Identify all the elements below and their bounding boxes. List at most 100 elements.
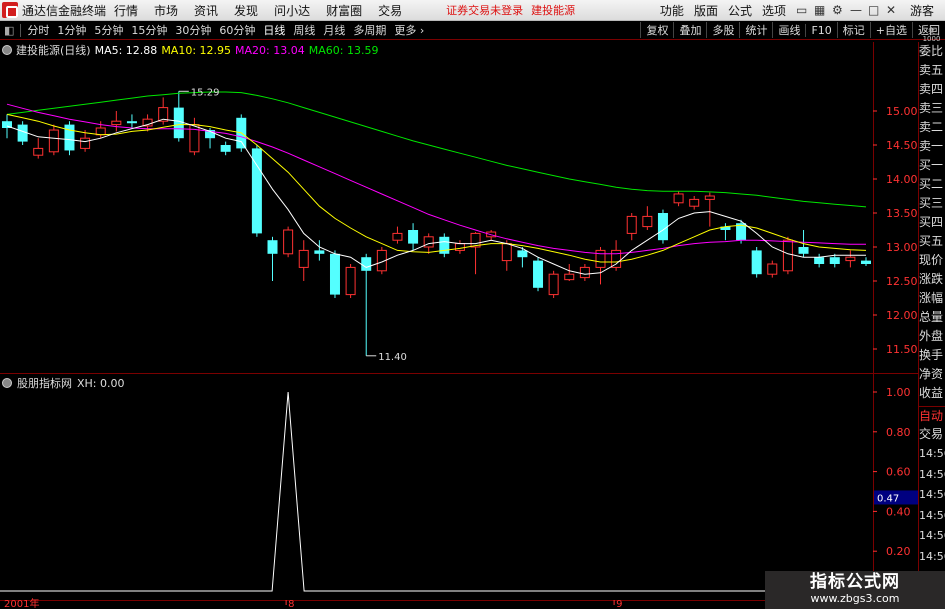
candle-body-down <box>173 107 184 139</box>
period-30min[interactable]: 30分钟 <box>171 22 215 38</box>
candle-body-up <box>704 195 715 200</box>
sub-tick-label: 1.00 <box>886 386 911 399</box>
btn-fuquan[interactable]: 复权 <box>640 22 673 38</box>
candle-body-up <box>626 215 637 234</box>
period-1min[interactable]: 1分钟 <box>53 22 90 38</box>
close-icon[interactable]: ✕ <box>881 3 899 17</box>
candle-body-up <box>548 273 559 296</box>
date-label: 8 <box>288 599 294 609</box>
period-weekly[interactable]: 周线 <box>289 22 319 38</box>
watermark: 指标公式网 www.zbgs3.com <box>765 571 945 609</box>
menu-caifuquan[interactable]: 财富圈 <box>318 2 370 19</box>
date-label: 2001年 <box>4 597 39 609</box>
candle-body-down <box>126 121 137 124</box>
period-fenshi[interactable]: 分时 <box>23 22 53 38</box>
candle-body-up <box>111 120 122 126</box>
candle-body-up <box>501 243 512 262</box>
period-monthly[interactable]: 月线 <box>319 22 349 38</box>
sub-indicator-settings-icon[interactable] <box>2 378 12 388</box>
sub-indicator-title: 股朋指标网 <box>17 377 72 390</box>
candle-body-up <box>689 198 700 207</box>
quote-row-label: 净资 <box>919 367 944 381</box>
btn-duogu[interactable]: 多股 <box>706 22 739 38</box>
candle-body-up <box>767 263 778 275</box>
menu-right: 功能 版面 公式 选项 ▭ ▦ ⚙ — □ ✕ 游客 <box>655 2 945 19</box>
ma5-value: MA5: 12.88 <box>94 43 158 57</box>
menu-banmian[interactable]: 版面 <box>689 2 723 19</box>
btn-biaoji[interactable]: 标记 <box>836 22 870 38</box>
price-tick-label: 15.00 <box>886 105 918 118</box>
auto-label[interactable]: 自动 <box>919 406 945 425</box>
fullscreen-icon[interactable]: ▭ <box>791 3 809 17</box>
quote-row-label: 外盘 <box>919 329 944 343</box>
maximize-icon[interactable]: □ <box>863 3 881 17</box>
candle-body-down <box>533 260 544 288</box>
sub-tick-label: 0.80 <box>886 426 911 439</box>
candle-body-down <box>829 257 840 264</box>
grid-icon[interactable]: ▦ <box>809 3 827 17</box>
quote-row-label: 卖四 <box>919 82 944 96</box>
menu-gongneng[interactable]: 功能 <box>655 2 689 19</box>
tick-time: 14:56 <box>919 549 945 563</box>
btn-zixuan[interactable]: +自选 <box>869 22 912 38</box>
quote-row-label: 买二 <box>919 177 944 191</box>
guest-label[interactable]: 游客 <box>905 2 939 19</box>
price-tick-label: 13.50 <box>886 207 918 220</box>
tick-time: 14:56 <box>919 467 945 481</box>
quote-panel: 委比 卖五 卖四 卖三 卖二 卖一 买一 买二 买三 买四 买五 现价 涨跌 涨幅 总量 外盘 换手 净资 收益 自… <box>918 42 945 609</box>
period-toolbar: ◧ 分时 1分钟 5分钟 15分钟 30分钟 60分钟 日线 周线 月线 多周期… <box>0 21 945 40</box>
quote-row-label: 总量 <box>919 310 944 324</box>
period-15min[interactable]: 15分钟 <box>127 22 171 38</box>
quote-row-label: 卖三 <box>919 101 944 115</box>
period-more[interactable]: 更多 › <box>390 22 428 38</box>
menu-zixun[interactable]: 资讯 <box>186 2 226 19</box>
settings-icon[interactable]: ⚙ <box>827 3 845 17</box>
candle-body-up <box>345 266 356 296</box>
btn-huaxian[interactable]: 画线 <box>772 22 805 38</box>
menu-faxian[interactable]: 发现 <box>226 2 266 19</box>
toolbar-right: 复权 叠加 多股 统计 画线 F10 标记 +自选 返回 <box>640 22 945 38</box>
period-5min[interactable]: 5分钟 <box>90 22 127 38</box>
candle-body-down <box>314 250 325 254</box>
tick-time: 14:56 <box>919 488 945 501</box>
menu-jiaoyi[interactable]: 交易 <box>370 2 410 19</box>
kline-chart[interactable]: 15.00 14.50 14.00 13.50 13.00 12.50 12.00 11.50… <box>0 42 918 609</box>
chart-title: 建投能源(日线) <box>16 44 91 57</box>
period-daily[interactable]: 日线 <box>259 22 289 38</box>
candle-body-up <box>782 239 793 272</box>
collapse-icon[interactable]: ◧ <box>0 24 18 37</box>
menu-hangqing[interactable]: 行情 <box>106 2 146 19</box>
sub-indicator-header: 股朋指标网 XH: 0.00 <box>2 375 125 391</box>
btn-tongji[interactable]: 统计 <box>739 22 772 38</box>
minimize-icon[interactable]: — <box>845 3 863 17</box>
candle-body-up <box>189 124 200 153</box>
menu-wenxiaoda[interactable]: 问小达 <box>266 2 318 19</box>
btn-diejia[interactable]: 叠加 <box>673 22 706 38</box>
candle-body-up <box>95 127 106 136</box>
menu-gongshi[interactable]: 公式 <box>723 2 757 19</box>
ma60-line <box>6 91 867 208</box>
sub-tick-label: 0.20 <box>886 545 911 558</box>
app-title: 通达信金融终端 <box>22 3 107 18</box>
indicator-settings-icon[interactable] <box>2 45 12 55</box>
menu-xuanxiang[interactable]: 选项 <box>757 2 791 19</box>
candle-body-up <box>80 137 91 149</box>
quote-row-label: 买五 <box>919 234 944 248</box>
menu-bar: 通达信金融终端 行情 市场 资讯 发现 问小达 财富圈 交易 证券交易未登录 建… <box>0 0 945 21</box>
period-60min[interactable]: 60分钟 <box>215 22 259 38</box>
low-label: 11.40 <box>378 352 407 363</box>
candle-body-up <box>595 249 606 268</box>
candle-body-up <box>298 249 309 268</box>
quote-row-label: 买四 <box>919 215 944 229</box>
menu-shichang[interactable]: 市场 <box>146 2 186 19</box>
candle-body-up <box>564 273 575 281</box>
candle-body-down <box>517 250 528 258</box>
chevron-right-icon: › <box>416 24 425 37</box>
quote-row-label: 涨跌 <box>919 272 944 286</box>
candle-body-up <box>642 215 653 228</box>
price-tick-label: 14.50 <box>886 139 918 152</box>
candle-body-down <box>329 253 340 295</box>
btn-f10[interactable]: F10 <box>805 23 836 37</box>
quote-row-label: 委比 <box>919 44 944 58</box>
period-multi[interactable]: 多周期 <box>349 22 390 38</box>
